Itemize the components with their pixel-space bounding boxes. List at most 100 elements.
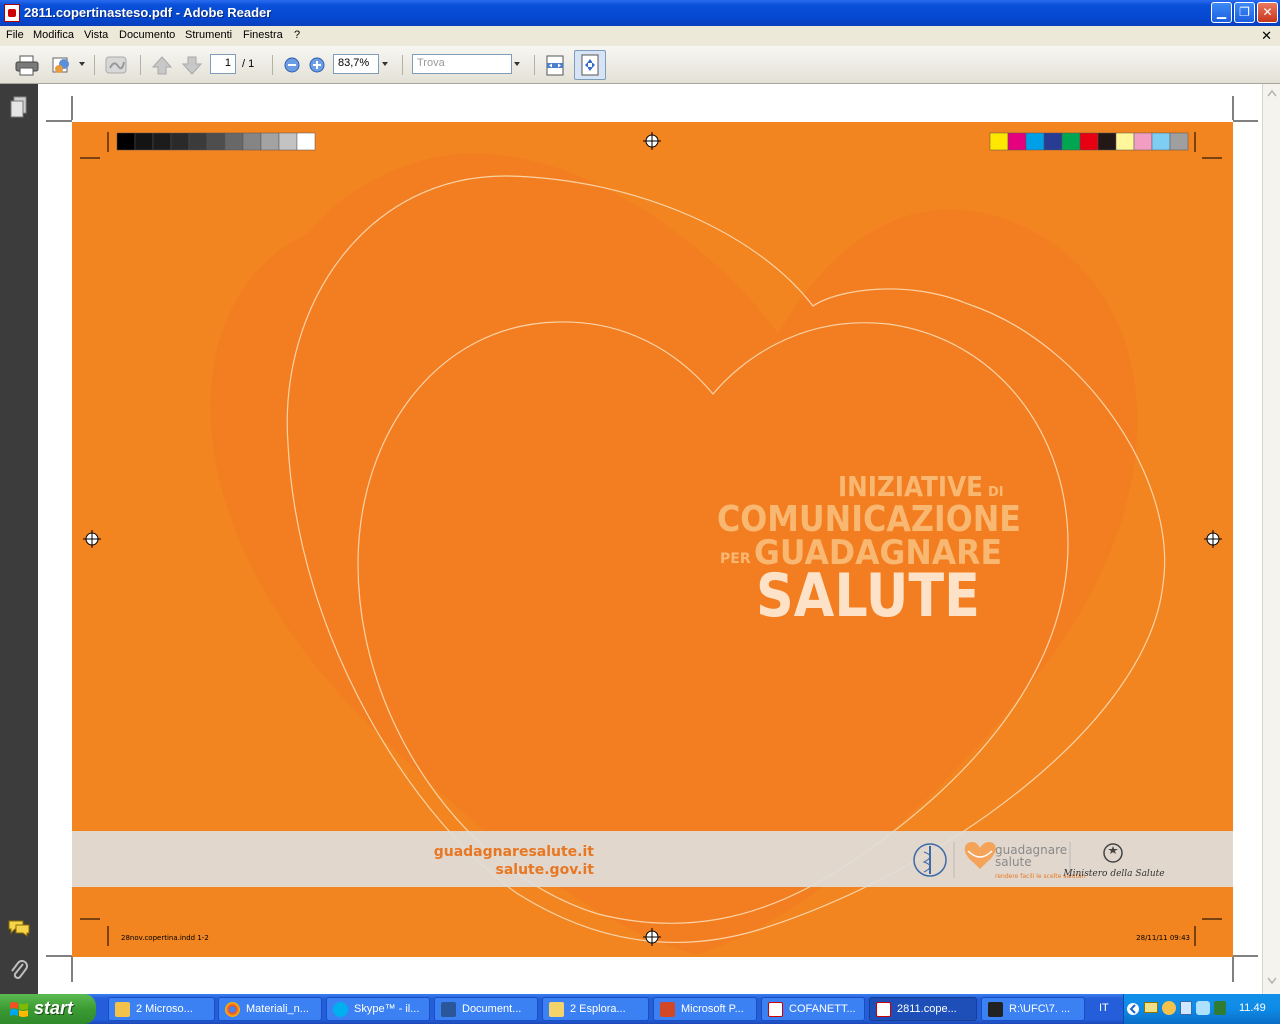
document-view[interactable]: INIZIATIVE DI COMUNICAZIONE PER GUADAGNA… [38, 84, 1262, 994]
color-swatch [1115, 132, 1135, 151]
taskbar-item-2811[interactable]: 2811.cope... [869, 997, 977, 1021]
headline-per: PER [720, 551, 751, 567]
menu-bar: File Modifica Vista Documento Strumenti … [0, 26, 1280, 46]
window-title: 2811.copertinasteso.pdf - Adobe Reader [24, 5, 272, 20]
color-swatch [206, 132, 226, 151]
color-swatch [152, 132, 172, 151]
taskbar-item-cofanetto[interactable]: COFANETT... [761, 997, 865, 1021]
color-swatch [134, 132, 154, 151]
slug-filename: 28nov.copertina.indd 1-2 [121, 934, 209, 942]
taskbar-item-skype[interactable]: Skype™ - il... [326, 997, 430, 1021]
slug-timestamp: 28/11/11 09:43 [1136, 934, 1190, 942]
color-swatch [296, 132, 316, 151]
powerpoint-icon [660, 1002, 675, 1017]
menu-documento[interactable]: Documento [119, 29, 175, 41]
color-swatch [1169, 132, 1189, 151]
attachments-icon[interactable] [9, 958, 29, 982]
language-indicator[interactable]: IT [1099, 1002, 1109, 1014]
collaborate-dropdown-icon[interactable] [79, 62, 85, 66]
taskbar-item-7zip[interactable]: R:\UFC\7. ... [981, 997, 1085, 1021]
tray-app-icon[interactable] [1162, 1001, 1176, 1015]
taskbar-item-icon [115, 1002, 130, 1017]
menu-file[interactable]: File [6, 29, 24, 41]
find-dropdown-icon[interactable] [514, 62, 520, 66]
fit-page-icon [581, 54, 599, 76]
sign-icon [105, 56, 127, 74]
menu-finestra[interactable]: Finestra [243, 29, 283, 41]
taskbar-item-powerpoint[interactable]: Microsoft P... [653, 997, 757, 1021]
taskbar-item-materiali[interactable]: Materiali_n... [218, 997, 322, 1021]
next-page-icon[interactable] [180, 54, 204, 76]
color-swatch [170, 132, 190, 151]
start-button[interactable]: start [0, 994, 96, 1024]
pages-icon[interactable] [9, 96, 29, 120]
color-swatch [278, 132, 298, 151]
zoom-in-icon[interactable] [307, 54, 327, 76]
clock[interactable]: 11.49 [1239, 1002, 1266, 1014]
color-swatch [1007, 132, 1027, 151]
gray-color-bar [116, 132, 316, 151]
windows-logo-icon [10, 1002, 28, 1017]
scroll-up-icon[interactable] [1266, 88, 1278, 98]
show-hidden-icons-icon[interactable] [1127, 1001, 1139, 1017]
security-shield-icon[interactable] [1214, 1001, 1226, 1015]
system-tray: 11.49 [1123, 994, 1280, 1024]
close-button[interactable]: ✕ [1257, 2, 1278, 23]
color-swatch [1061, 132, 1081, 151]
taskbar: start 2 Microso... Materiali_n... Skype™… [0, 994, 1280, 1024]
print-icon[interactable] [14, 54, 40, 76]
zoom-dropdown-icon[interactable] [382, 62, 388, 66]
network-icon[interactable] [1196, 1001, 1210, 1015]
menu-help[interactable]: ? [294, 29, 300, 41]
taskbar-item-esplora[interactable]: 2 Esplora... [542, 997, 649, 1021]
minimize-button[interactable]: ▁ [1211, 2, 1232, 23]
color-swatch [116, 132, 136, 151]
navigation-pane [0, 84, 38, 994]
color-swatch [1025, 132, 1045, 151]
color-swatch [260, 132, 280, 151]
document-tray-icon[interactable] [1180, 1001, 1192, 1015]
taskbar-item-microsoft[interactable]: 2 Microso... [108, 997, 215, 1021]
find-field[interactable]: Trova [412, 54, 512, 74]
vertical-scrollbar[interactable] [1262, 84, 1280, 994]
color-swatch [224, 132, 244, 151]
page-total-label: / 1 [242, 58, 255, 70]
comments-icon[interactable] [7, 918, 31, 938]
start-label: start [34, 998, 74, 1018]
pdf-icon [876, 1002, 891, 1017]
menu-vista[interactable]: Vista [84, 29, 108, 41]
headline-salute: SALUTE [756, 561, 980, 631]
headline-di: DI [988, 485, 1004, 500]
zoom-field[interactable]: 83,7% [333, 54, 379, 74]
color-swatch [188, 132, 208, 151]
color-swatch [1133, 132, 1153, 151]
color-swatch [1151, 132, 1171, 151]
toolbar: 1 / 1 83,7% Trova [0, 46, 1280, 84]
mail-icon[interactable] [1144, 1002, 1158, 1013]
logo-ministero-label: Ministero della Salute [1062, 869, 1164, 879]
menu-modifica[interactable]: Modifica [33, 29, 74, 41]
menu-strumenti[interactable]: Strumenti [185, 29, 232, 41]
chrome-icon [225, 1002, 240, 1017]
previous-page-icon[interactable] [150, 54, 174, 76]
collaborate-icon[interactable] [50, 54, 76, 76]
document-close-icon[interactable]: ✕ [1261, 28, 1272, 44]
fit-width-icon[interactable] [543, 54, 567, 76]
fit-page-button[interactable] [574, 50, 606, 80]
title-bar[interactable]: 2811.copertinasteso.pdf - Adobe Reader ▁… [0, 0, 1280, 26]
taskbar-item-document[interactable]: Document... [434, 997, 538, 1021]
restore-button[interactable]: ❐ [1234, 2, 1255, 23]
color-swatch [1043, 132, 1063, 151]
zoom-out-icon[interactable] [282, 54, 302, 76]
color-swatch [989, 132, 1009, 151]
scroll-down-icon[interactable] [1266, 976, 1278, 986]
pdf-page: INIZIATIVE DI COMUNICAZIONE PER GUADAGNA… [46, 96, 1258, 982]
color-swatch [1097, 132, 1117, 151]
skype-icon [333, 1002, 348, 1017]
7zip-icon [988, 1002, 1003, 1017]
website-guadagnaresalute: guadagnaresalute.it [434, 844, 595, 860]
folder-icon [549, 1002, 564, 1017]
adobe-reader-icon [4, 4, 20, 22]
website-salute-gov: salute.gov.it [496, 862, 595, 878]
page-number-field[interactable]: 1 [210, 54, 236, 74]
